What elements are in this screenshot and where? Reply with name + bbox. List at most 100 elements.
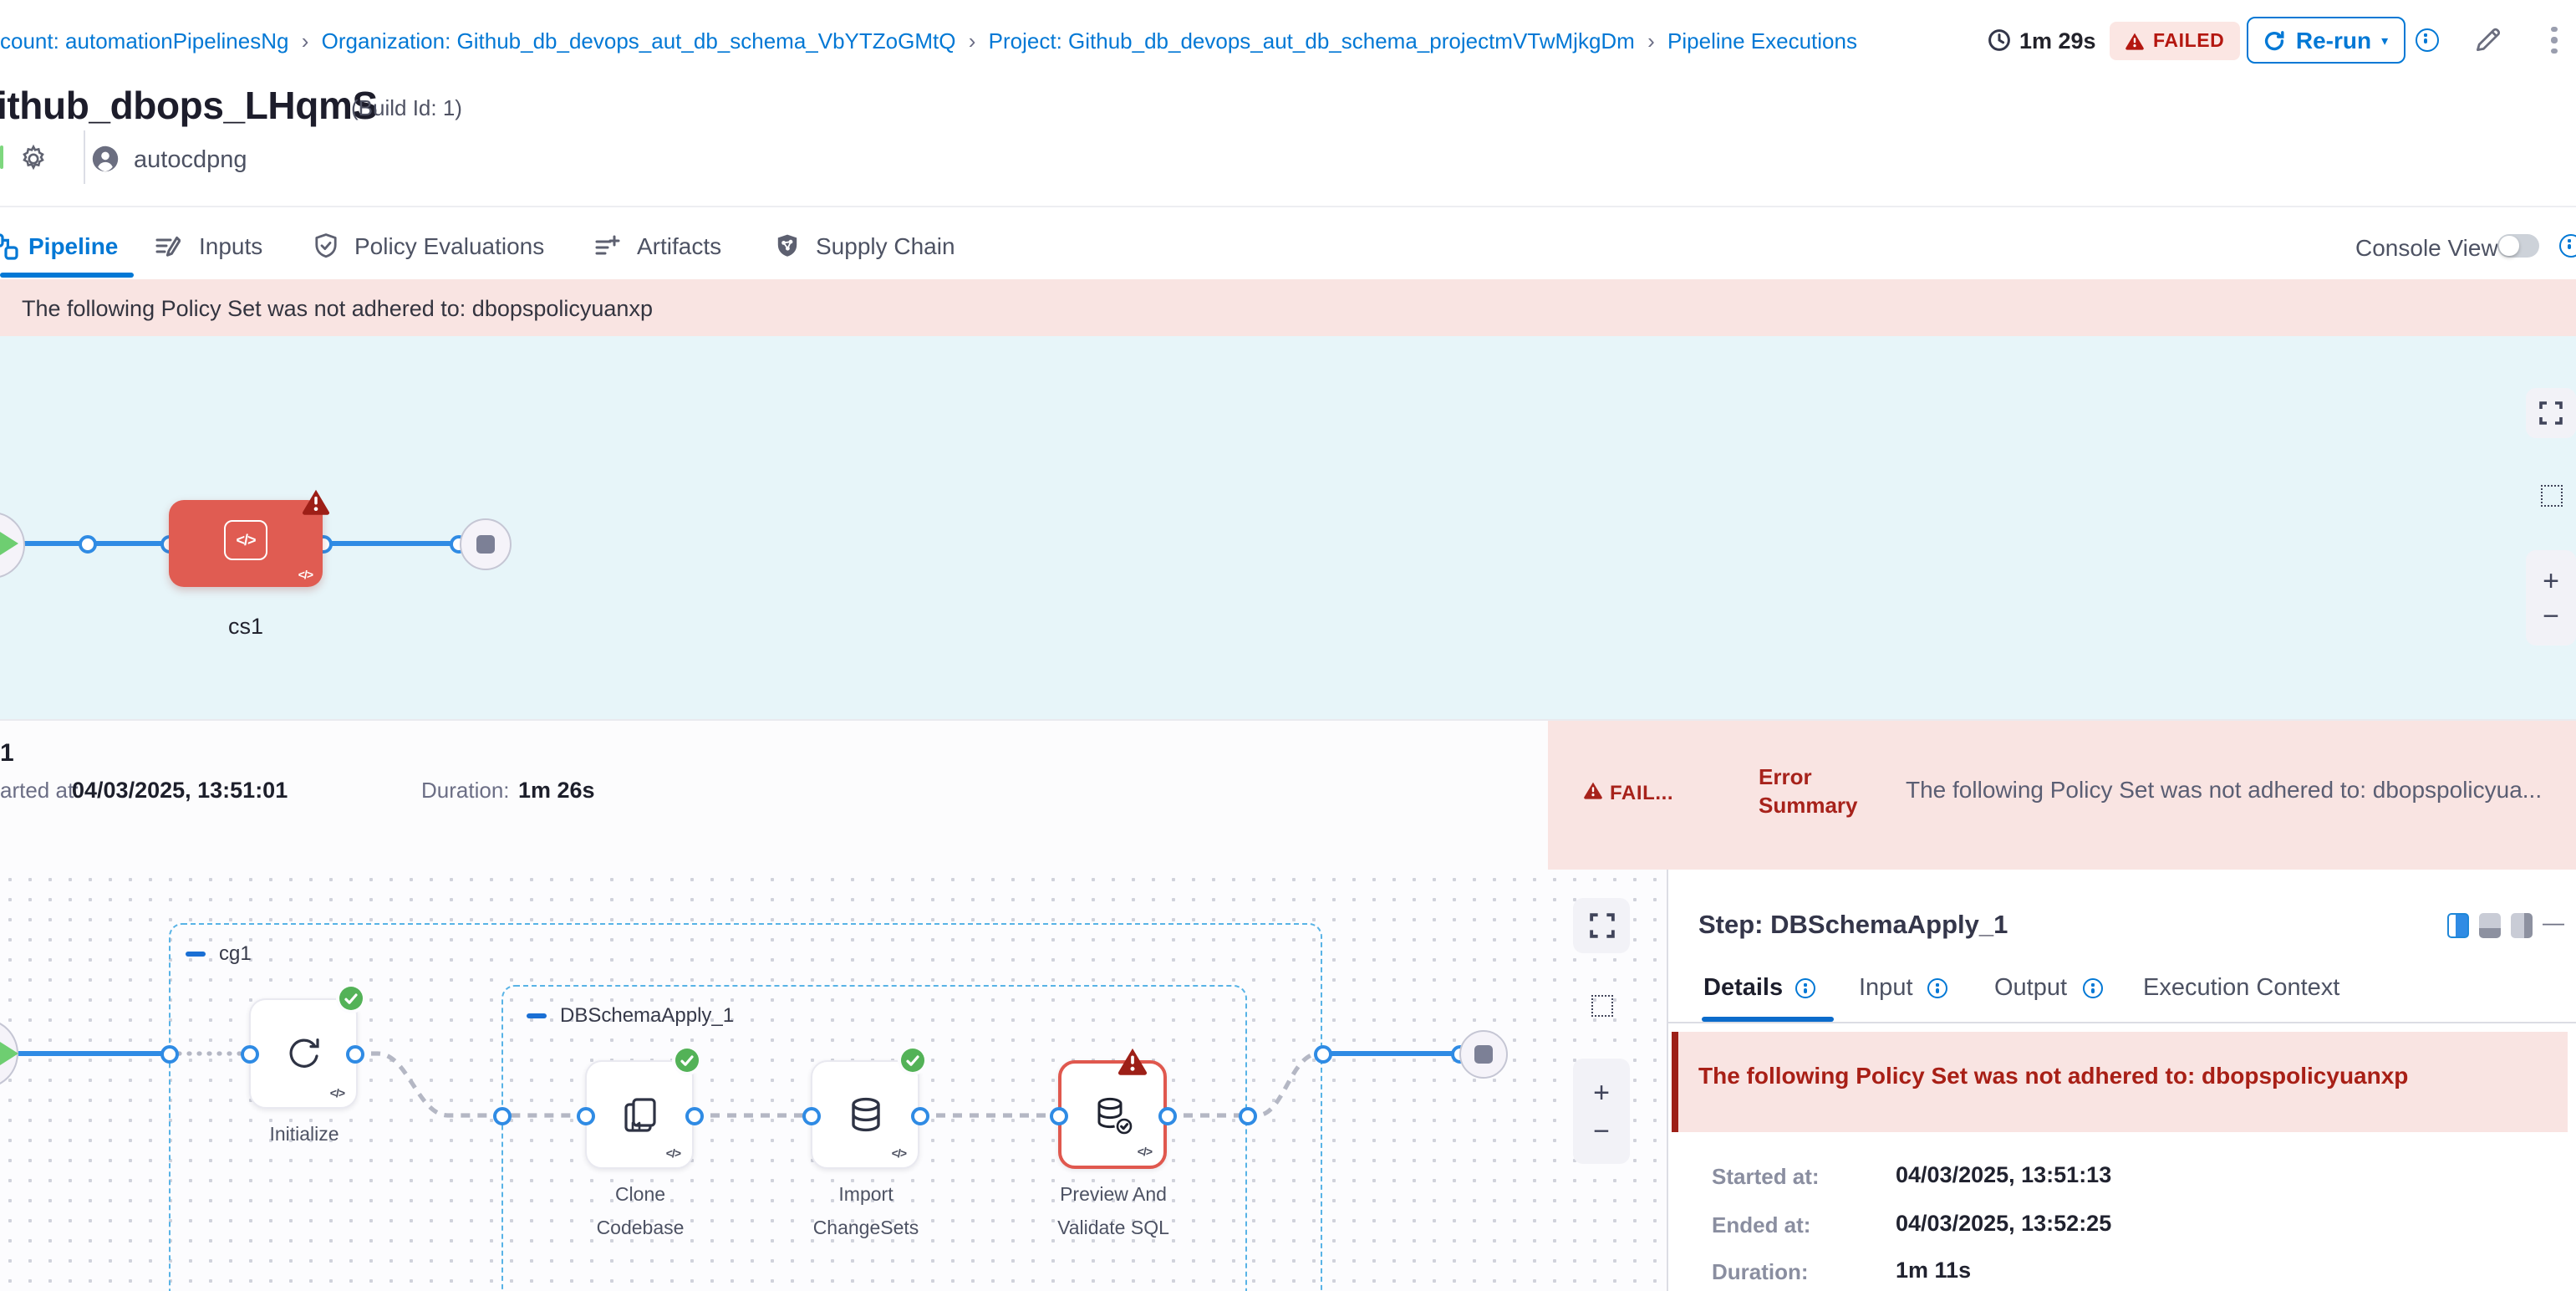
stage-graph-canvas[interactable]: </> </> cs1 + −	[0, 336, 2576, 719]
breadcrumb: count: automationPipelinesNg › Organizat…	[0, 28, 1857, 54]
row-duration-value: 1m 11s	[1896, 1258, 1971, 1283]
connector-point	[685, 1106, 703, 1125]
layout-split-icon[interactable]	[2447, 913, 2469, 938]
triggered-by-user[interactable]: autocdpng	[134, 147, 247, 174]
fullscreen-button[interactable]	[1573, 898, 1630, 953]
marquee-select-button[interactable]	[2526, 470, 2576, 520]
status-strip	[0, 145, 3, 169]
panel-tab-input[interactable]: Input	[1859, 975, 1913, 1002]
stop-icon	[476, 534, 494, 553]
fullscreen-icon	[1589, 913, 1614, 938]
breadcrumb-organization[interactable]: Organization: Github_db_devops_aut_db_sc…	[322, 28, 956, 54]
stage-label: cs1	[179, 614, 313, 639]
panel-error-box: The following Policy Set was not adhered…	[1672, 1032, 2568, 1132]
meta-divider	[84, 130, 85, 184]
marquee-icon	[2540, 484, 2562, 506]
stop-icon	[1474, 1044, 1492, 1063]
step-import-changesets[interactable]: </>	[811, 1060, 919, 1169]
connector-point	[576, 1106, 594, 1125]
stage-node-cs1[interactable]: </> </>	[169, 500, 323, 587]
inputs-icon	[154, 232, 181, 259]
breadcrumb-separator: ›	[969, 28, 976, 54]
step-preview-validate-sql[interactable]: </>	[1058, 1060, 1167, 1169]
clone-book-icon	[618, 1093, 661, 1136]
step-clone-codebase[interactable]: </>	[585, 1060, 694, 1169]
stage-code-icon: </>	[224, 520, 267, 560]
zoom-in-button[interactable]: +	[2543, 559, 2559, 598]
pipeline-execution-page: count: automationPipelinesNg › Organizat…	[0, 0, 2576, 1291]
edit-pencil-icon[interactable]	[2474, 25, 2502, 62]
gear-icon[interactable]	[18, 144, 48, 182]
stage-summary-bar: 1 arted at: 04/03/2025, 13:51:01 Duratio…	[0, 719, 2576, 870]
input-info-icon[interactable]	[1927, 978, 1947, 998]
error-summary-label: Error Summary	[1759, 764, 1862, 819]
breadcrumb-project[interactable]: Project: Github_db_devops_aut_db_schema_…	[989, 28, 1635, 54]
console-info-icon[interactable]	[2559, 234, 2576, 258]
active-tab-underline	[0, 273, 134, 278]
output-info-icon[interactable]	[2083, 978, 2103, 998]
database-check-icon	[1090, 1093, 1135, 1136]
duration-label: Duration:	[421, 778, 510, 803]
zoom-out-button[interactable]: −	[2543, 598, 2559, 636]
artifacts-icon	[593, 232, 620, 259]
connector-point	[1158, 1106, 1176, 1125]
started-at-label: arted at:	[0, 778, 79, 803]
avatar[interactable]	[92, 145, 119, 181]
connector-point	[1238, 1106, 1256, 1125]
row-ended-value: 04/03/2025, 13:52:25	[1896, 1211, 2111, 1236]
connector-point	[910, 1106, 929, 1125]
layout-bottom-icon[interactable]	[2479, 913, 2501, 938]
refresh-icon	[2264, 29, 2286, 51]
fullscreen-icon	[2539, 401, 2563, 425]
connector-point	[345, 1044, 364, 1063]
stage-graph-edges	[0, 336, 2576, 719]
code-glyph: </>	[892, 1149, 906, 1161]
code-glyph: </>	[666, 1149, 680, 1161]
fullscreen-button[interactable]	[2526, 388, 2576, 438]
marquee-select-button[interactable]	[1573, 980, 1630, 1032]
kebab-menu-icon[interactable]	[2551, 23, 2557, 57]
row-started-label: Started at:	[1712, 1164, 1820, 1189]
step-graph-canvas[interactable]: cg1 DBSchemaApply_1 </> </>	[0, 870, 1667, 1291]
step-label-initialize: Initialize	[237, 1119, 371, 1152]
connector-point	[1049, 1106, 1067, 1125]
layout-right-icon[interactable]	[2511, 913, 2533, 938]
build-id: (Build Id: 1)	[351, 95, 462, 120]
panel-tab-execution-context[interactable]: Execution Context	[2143, 975, 2339, 1002]
step-initialize[interactable]: </>	[249, 998, 358, 1109]
step-label-clone: CloneCodebase	[572, 1179, 709, 1246]
code-glyph: </>	[298, 570, 313, 582]
execution-end-node	[1459, 1029, 1507, 1078]
success-check-badge	[339, 987, 363, 1010]
marquee-icon	[1591, 995, 1612, 1017]
zoom-in-button[interactable]: +	[1593, 1068, 1610, 1111]
success-check-badge	[675, 1049, 699, 1072]
connector-point	[160, 1044, 178, 1063]
started-at-value: 04/03/2025, 13:51:01	[72, 777, 288, 802]
stage-warning-badge	[301, 488, 331, 515]
rerun-button[interactable]: Re-run ▾	[2247, 17, 2405, 64]
console-view-label: Console View	[2355, 234, 2498, 261]
step-details-panel: Step: DBSchemaApply_1 — Details Input Ou…	[1667, 870, 2576, 1291]
details-info-icon[interactable]	[1795, 978, 1815, 998]
zoom-out-button[interactable]: −	[1593, 1111, 1610, 1155]
toggle-knob	[2499, 236, 2518, 255]
connector-point	[240, 1044, 258, 1063]
zoom-controls: + −	[1573, 1059, 1630, 1164]
row-ended-label: Ended at:	[1712, 1212, 1810, 1237]
breadcrumb-pipeline-executions[interactable]: Pipeline Executions	[1667, 28, 1857, 54]
failed-warning-icon	[2125, 32, 2145, 50]
shield-check-icon	[313, 232, 339, 259]
info-icon[interactable]	[2416, 28, 2439, 52]
stage-name: 1	[0, 739, 14, 768]
panel-tab-output[interactable]: Output	[1994, 975, 2067, 1002]
panel-tab-details[interactable]: Details	[1703, 975, 1783, 1002]
panel-minimize-button[interactable]: —	[2543, 910, 2564, 935]
connector-point	[802, 1106, 820, 1125]
supply-chain-shield-icon	[774, 232, 801, 259]
console-view-toggle[interactable]	[2497, 234, 2539, 258]
connector-point	[492, 1106, 511, 1125]
connector-point	[78, 534, 96, 553]
breadcrumb-account[interactable]: count: automationPipelinesNg	[0, 28, 288, 54]
tab-pipeline[interactable]: Pipeline	[0, 212, 137, 279]
